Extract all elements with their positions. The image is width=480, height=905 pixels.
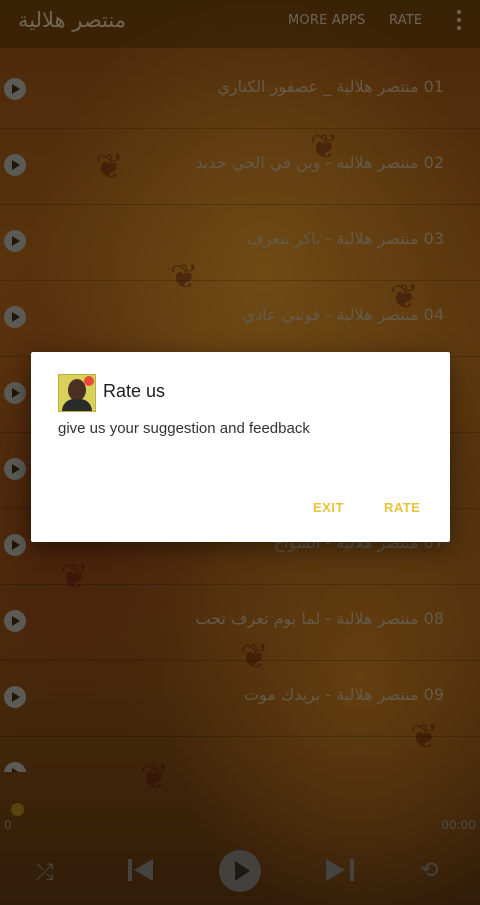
dialog-message: give us your suggestion and feedback	[58, 420, 310, 437]
exit-button[interactable]: EXIT	[313, 500, 344, 515]
app-icon	[58, 374, 96, 412]
rate-button[interactable]: RATE	[384, 500, 420, 515]
rate-dialog: Rate us give us your suggestion and feed…	[31, 352, 450, 542]
dialog-title: Rate us	[103, 381, 166, 401]
